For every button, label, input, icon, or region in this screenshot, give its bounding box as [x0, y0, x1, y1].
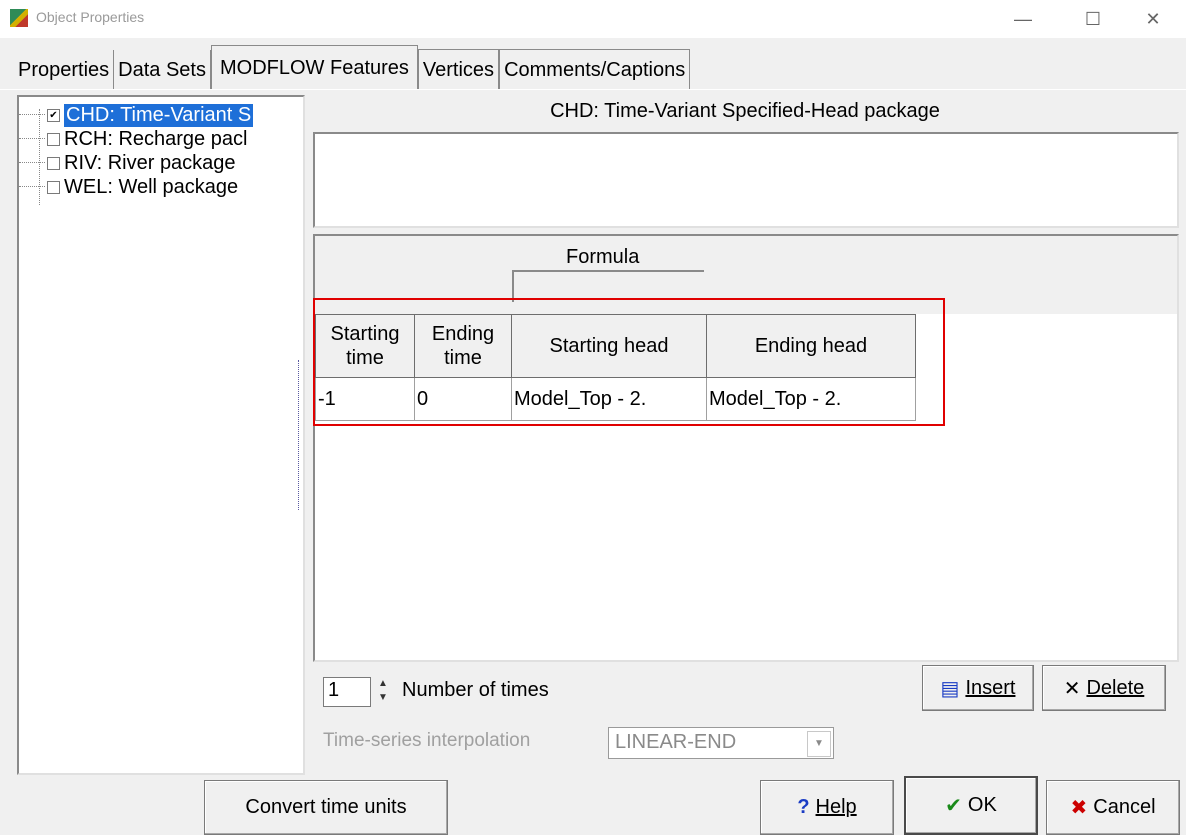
help-button[interactable]: ? Help — [760, 780, 894, 835]
tree-item-label: CHD: Time-Variant S — [64, 103, 254, 127]
cancel-label: Cancel — [1093, 796, 1156, 818]
close-button[interactable]: ✕ — [1130, 4, 1176, 34]
tab-bar: Properties Data Sets MODFLOW Features Ve… — [14, 45, 691, 90]
cancel-button[interactable]: ✖ Cancel — [1046, 780, 1180, 835]
highlight-box — [313, 298, 945, 426]
checkbox-wel[interactable] — [47, 180, 60, 194]
number-of-times-stepper[interactable]: ▲ ▼ — [373, 677, 393, 707]
app-icon — [10, 9, 28, 27]
convert-label: Convert time units — [245, 796, 407, 818]
tree-item-label: WEL: Well package — [64, 175, 239, 198]
convert-time-units-button[interactable]: Convert time units — [204, 780, 448, 835]
checkmark-icon: ✔ — [945, 795, 962, 817]
delete-label: Delete — [1086, 676, 1145, 699]
window-title: Object Properties — [36, 9, 145, 25]
tree-item-label: RIV: River package — [64, 151, 236, 174]
title-bar: Object Properties — ☐ ✕ — [0, 0, 1186, 38]
tree-item-label: RCH: Recharge pacl — [64, 127, 248, 150]
delete-icon: ✕ — [1063, 677, 1081, 700]
tree-item-rch[interactable]: RCH: Recharge pacl — [19, 127, 247, 151]
number-of-times-input[interactable]: 1 — [323, 677, 371, 707]
checkbox-riv[interactable] — [47, 156, 60, 170]
ok-button[interactable]: ✔ OK — [904, 776, 1038, 835]
delete-button[interactable]: ✕ Delete — [1042, 665, 1166, 711]
package-description[interactable] — [313, 132, 1179, 228]
minimize-button[interactable]: — — [1000, 4, 1046, 34]
insert-label: Insert — [965, 676, 1016, 699]
help-icon: ? — [797, 796, 810, 818]
tab-properties[interactable]: Properties — [14, 50, 115, 90]
interpolation-select[interactable]: LINEAR-END ▼ — [608, 727, 834, 759]
interpolation-label: Time-series interpolation — [323, 730, 531, 751]
checkbox-rch[interactable] — [47, 132, 60, 146]
checkbox-chd[interactable]: ✔ — [47, 108, 60, 122]
help-label: Help — [815, 796, 857, 818]
tree-item-chd[interactable]: ✔ CHD: Time-Variant S — [19, 103, 254, 127]
cancel-icon: ✖ — [1070, 797, 1088, 819]
tab-vertices[interactable]: Vertices — [417, 49, 500, 90]
number-of-times-label: Number of times — [402, 679, 549, 701]
tab-modflow-features[interactable]: MODFLOW Features — [210, 45, 418, 90]
tab-data-sets[interactable]: Data Sets — [114, 50, 211, 90]
pane-splitter[interactable] — [298, 360, 306, 510]
ok-label: OK — [967, 794, 997, 816]
package-title: CHD: Time-Variant Specified-Head package — [550, 100, 940, 122]
tree-item-wel[interactable]: WEL: Well package — [19, 175, 238, 199]
maximize-button[interactable]: ☐ — [1070, 4, 1116, 34]
interpolation-value: LINEAR-END — [615, 731, 737, 753]
tab-comments-captions[interactable]: Comments/Captions — [499, 49, 691, 90]
tree-item-riv[interactable]: RIV: River package — [19, 151, 236, 175]
chevron-down-icon[interactable]: ▼ — [807, 731, 831, 757]
package-tree[interactable]: ✔ CHD: Time-Variant S RCH: Recharge pacl… — [17, 95, 305, 775]
insert-row-icon: ▤ — [940, 677, 960, 700]
insert-button[interactable]: ▤ Insert — [922, 665, 1034, 711]
formula-group-label: Formula — [566, 246, 640, 268]
